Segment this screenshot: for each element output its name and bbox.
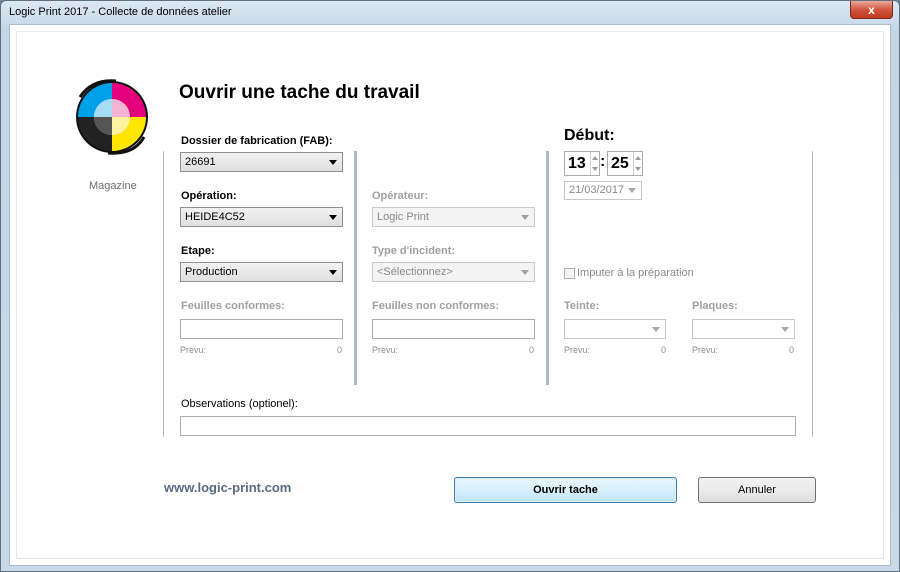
open-task-button[interactable]: Ouvrir tache: [454, 477, 677, 503]
teinte-dropdown[interactable]: [564, 319, 666, 339]
minute-spinner[interactable]: 25: [607, 151, 643, 176]
plaques-label: Plaques:: [692, 300, 738, 312]
incident-label: Type d'incident:: [372, 245, 456, 257]
operation-dropdown[interactable]: HEIDE4C52: [180, 207, 343, 227]
etape-dropdown[interactable]: Production: [180, 262, 343, 282]
chevron-down-icon: [628, 188, 636, 193]
operation-label: Opération:: [181, 190, 237, 202]
dialog-body: Magazine Ouvrir une tache du travail Dos…: [9, 24, 891, 566]
feuilles-non-conformes-prevu-label: Prevu:: [372, 345, 399, 355]
feuilles-conformes-prevu-value: 0: [337, 345, 343, 355]
col-separator-2: [546, 151, 549, 385]
chevron-down-icon: [521, 270, 529, 275]
down-arrow-icon[interactable]: [635, 167, 641, 171]
plaques-dropdown[interactable]: [692, 319, 795, 339]
up-arrow-icon[interactable]: [635, 156, 641, 160]
teinte-label: Teinte:: [564, 300, 600, 312]
cmyk-logo: [72, 77, 152, 157]
open-task-label: Ouvrir tache: [533, 484, 598, 496]
observations-input[interactable]: [180, 416, 796, 436]
chevron-down-icon: [329, 215, 337, 220]
operateur-value: Logic Print: [377, 211, 429, 223]
debut-label: Début:: [564, 127, 615, 144]
hour-value: 13: [568, 155, 586, 172]
chevron-down-icon: [781, 327, 789, 332]
fab-value: 26691: [185, 156, 216, 168]
right-separator: [812, 151, 813, 437]
chevron-down-icon: [652, 327, 660, 332]
teinte-prevu-value: 0: [661, 345, 667, 355]
feuilles-non-conformes-input[interactable]: [372, 319, 535, 339]
imputer-checkbox[interactable]: [564, 268, 575, 279]
down-arrow-icon[interactable]: [592, 167, 598, 171]
imputer-label[interactable]: Imputer à la préparation: [577, 267, 694, 279]
etape-label: Etape:: [181, 245, 215, 257]
chevron-down-icon: [329, 270, 337, 275]
page-title: Ouvrir une tache du travail: [179, 82, 420, 103]
plaques-prevu-value: 0: [789, 345, 795, 355]
feuilles-conformes-input[interactable]: [180, 319, 343, 339]
incident-value: <Sélectionnez>: [377, 266, 453, 278]
teinte-prevu-label: Prevu:: [564, 345, 591, 355]
left-separator: [163, 151, 164, 437]
col-separator-1: [354, 151, 357, 385]
fab-dropdown[interactable]: 26691: [180, 152, 343, 172]
chevron-down-icon: [521, 215, 529, 220]
app-window: Logic Print 2017 - Collecte de données a…: [0, 0, 900, 572]
feuilles-conformes-prevu-label: Prevu:: [180, 345, 207, 355]
close-icon: x: [868, 2, 875, 17]
title-bar[interactable]: Logic Print 2017 - Collecte de données a…: [1, 1, 899, 23]
time-separator: :: [600, 153, 606, 170]
window-title: Logic Print 2017 - Collecte de données a…: [9, 6, 232, 18]
plaques-prevu-label: Prevu:: [692, 345, 719, 355]
feuilles-conformes-label: Feuilles conformes:: [181, 300, 285, 312]
operation-value: HEIDE4C52: [185, 211, 245, 223]
observations-label: Observations (optionel):: [181, 398, 298, 410]
incident-dropdown[interactable]: <Sélectionnez>: [372, 262, 535, 282]
spinner-arrows[interactable]: [633, 152, 642, 175]
feuilles-non-conformes-label: Feuilles non conformes:: [372, 300, 500, 312]
minute-value: 25: [611, 155, 629, 172]
operateur-dropdown[interactable]: Logic Print: [372, 207, 535, 227]
cancel-button[interactable]: Annuler: [698, 477, 816, 503]
feuilles-non-conformes-prevu-value: 0: [529, 345, 535, 355]
cancel-label: Annuler: [738, 484, 776, 496]
hour-spinner[interactable]: 13: [564, 151, 600, 176]
chevron-down-icon: [329, 160, 337, 165]
website-link[interactable]: www.logic-print.com: [164, 480, 291, 495]
up-arrow-icon[interactable]: [592, 156, 598, 160]
spinner-arrows[interactable]: [590, 152, 599, 175]
logo-caption: Magazine: [89, 180, 137, 192]
fab-label: Dossier de fabrication (FAB):: [181, 135, 333, 147]
date-value: 21/03/2017: [569, 184, 625, 196]
close-button[interactable]: x: [850, 1, 893, 19]
etape-value: Production: [185, 266, 238, 278]
operateur-label: Opérateur:: [372, 190, 429, 202]
date-picker[interactable]: 21/03/2017: [564, 181, 642, 200]
